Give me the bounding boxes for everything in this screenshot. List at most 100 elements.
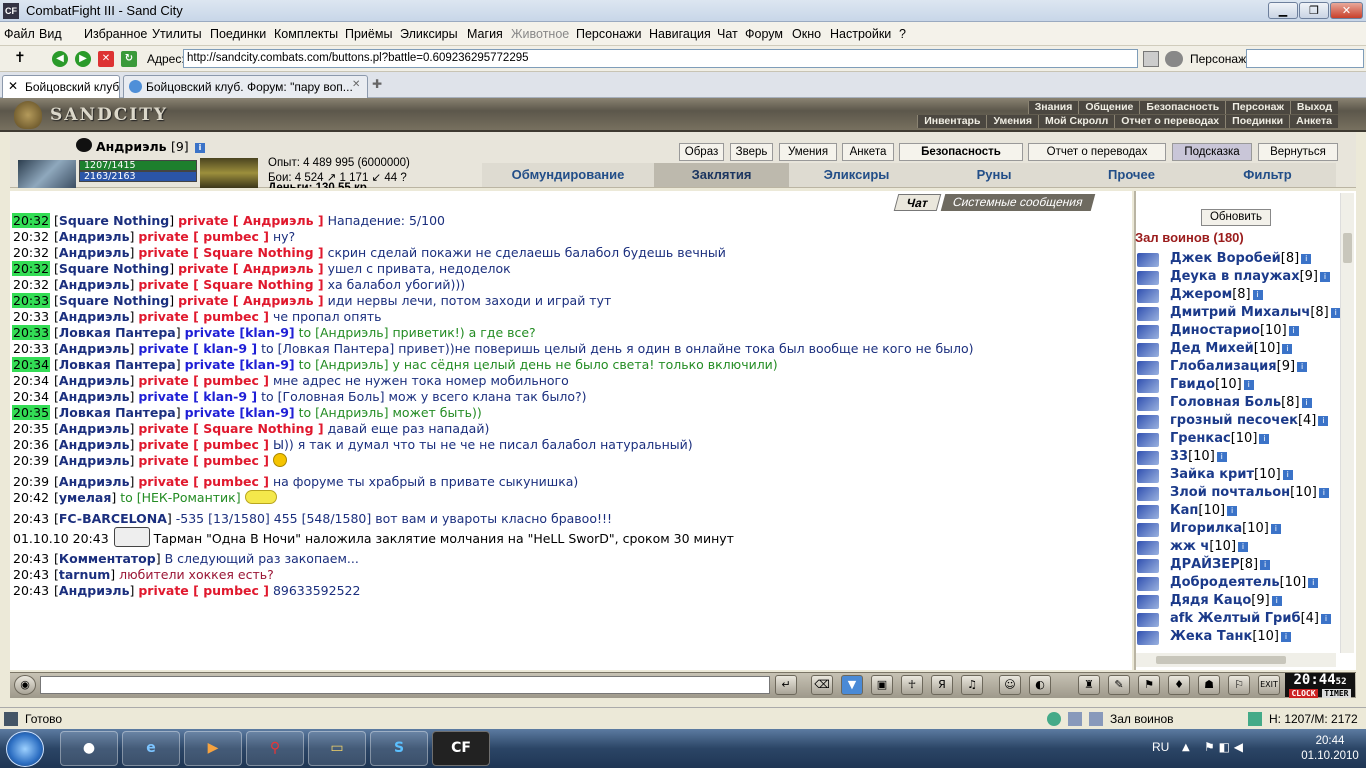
speaker-icon[interactable]: ◉ (14, 675, 36, 695)
user-name[interactable]: Головная Боль (1170, 395, 1281, 410)
info-icon[interactable]: i (1259, 434, 1270, 444)
chat-nick[interactable]: Андриэль (59, 341, 130, 356)
user-item[interactable]: Дмитрий Михалыч[8] i (1136, 305, 1342, 323)
chat-private[interactable]: private [ Андриэль ] (178, 213, 324, 228)
chat-time[interactable]: 20:34 (12, 357, 51, 372)
info-icon[interactable]: i (1270, 524, 1281, 534)
chat-nick[interactable]: FC-BARCELONA (59, 511, 167, 526)
chat-private[interactable]: private [ pumbec ] (138, 309, 269, 324)
chat-time[interactable]: 20:43 (12, 567, 50, 582)
chat-nick[interactable]: Андриэль (59, 474, 130, 489)
private-msg-icon[interactable] (1137, 631, 1159, 645)
user-name[interactable]: Джек Воробей (1170, 251, 1281, 266)
user-item[interactable]: Глобализация[9] i (1136, 359, 1342, 377)
tray-arrow-icon[interactable]: ▲ (1182, 742, 1190, 753)
menu-item[interactable]: Вид (39, 27, 62, 41)
pin-icon[interactable]: ✝ (14, 50, 26, 66)
nav-obshenie[interactable]: Общение (1078, 101, 1139, 114)
user-item[interactable]: Кап[10] i (1136, 503, 1342, 521)
chat-nick[interactable]: Ловкая Пантера (59, 325, 176, 340)
user-item[interactable]: Джек Воробей[8] i (1136, 251, 1342, 269)
nav-battles[interactable]: Поединки (1225, 115, 1289, 128)
nav-security[interactable]: Безопасность (1139, 101, 1225, 114)
private-msg-icon[interactable] (1137, 361, 1159, 375)
helmet-icon[interactable]: ◐ (1029, 675, 1051, 695)
user-name[interactable]: ДРАЙЗЕР (1170, 557, 1240, 572)
chat-private[interactable]: private [ Андриэль ] (178, 261, 324, 276)
private-msg-icon[interactable] (1137, 559, 1159, 573)
chat-private[interactable]: private [ pumbec ] (138, 373, 269, 388)
user-item[interactable]: Добродеятель[10] i (1136, 575, 1342, 593)
chat-nick[interactable]: Square Nothing (59, 261, 169, 276)
info-icon[interactable]: i (1282, 344, 1293, 354)
room-title[interactable]: Зал воинов (180) (1135, 230, 1244, 245)
chat-time[interactable]: 20:32 (12, 261, 51, 276)
chat-time[interactable]: 01.10.10 20:43 (12, 531, 110, 546)
chat-nick[interactable]: Андриэль (59, 453, 130, 468)
menu-item[interactable]: Поединки (210, 27, 266, 41)
exit-icon[interactable]: EXIT (1258, 675, 1280, 695)
menu-item[interactable]: ? (899, 27, 906, 41)
chat-nick[interactable]: Комментатор (59, 551, 156, 566)
user-app-icon[interactable]: ● (60, 731, 118, 766)
private-msg-icon[interactable] (1137, 343, 1159, 357)
chat-to[interactable]: to [Андриэль] (299, 405, 389, 420)
chat-nick[interactable]: Square Nothing (59, 293, 169, 308)
info-icon[interactable]: i (1271, 596, 1282, 606)
address-input[interactable]: http://sandcity.combats.com/buttons.pl?b… (183, 49, 1138, 68)
menu-item[interactable]: Форум (745, 27, 783, 41)
group-icon[interactable]: ☗ (1198, 675, 1220, 695)
nav-exit[interactable]: Выход (1289, 101, 1338, 114)
private-msg-icon[interactable] (1137, 307, 1159, 321)
tray-icons[interactable]: ⚑ ◧ ◀ (1204, 740, 1243, 754)
save-icon[interactable]: ▣ (871, 675, 893, 695)
user-item[interactable]: грозный песочек[4] i (1136, 413, 1342, 431)
chat-time[interactable]: 20:33 (12, 325, 51, 340)
user-item[interactable]: 33[10] i (1136, 449, 1342, 467)
user-item[interactable]: afk Желтый Гриб[4] i (1136, 611, 1342, 629)
private-msg-icon[interactable] (1137, 577, 1159, 591)
user-name[interactable]: Гвидо (1170, 377, 1215, 392)
private-msg-icon[interactable] (1137, 541, 1159, 555)
menu-item[interactable]: Избранное (84, 27, 147, 41)
menu-item[interactable]: Окно (792, 27, 821, 41)
chat-time[interactable]: 20:43 (12, 551, 50, 566)
btn-skills[interactable]: Умения (779, 143, 837, 161)
chat-nick[interactable]: Андриэль (59, 583, 130, 598)
user-item[interactable]: Дядя Кацо[9] i (1136, 593, 1342, 611)
chat-private[interactable]: private [ Square Nothing ] (138, 277, 323, 292)
user-name[interactable]: Добродеятель (1170, 575, 1280, 590)
tab-spells[interactable]: Заклятия (654, 163, 789, 187)
refresh-button[interactable]: Обновить (1201, 209, 1271, 226)
nav-transfers[interactable]: Отчет о переводах (1114, 115, 1225, 128)
btn-image[interactable]: Образ (679, 143, 724, 161)
character-name[interactable]: Андриэль [9] i (96, 139, 206, 154)
menu-item[interactable]: Навигация (649, 27, 711, 41)
user-name[interactable]: жж ч (1170, 539, 1209, 554)
chat-private[interactable]: private [ pumbec ] (138, 474, 269, 489)
flag-icon[interactable]: ⚐ (1228, 675, 1250, 695)
armor-icon[interactable]: ♦ (1168, 675, 1190, 695)
chat-private-klan[interactable]: private [klan-9] (185, 325, 295, 340)
chat-to[interactable]: to [НЕК-Романтик] (120, 490, 240, 505)
chat-nick[interactable]: tarnum (59, 567, 110, 582)
chat-time[interactable]: 20:32 (12, 213, 51, 228)
start-button[interactable] (6, 731, 44, 767)
chat-time[interactable]: 20:32 (12, 229, 50, 244)
language-indicator[interactable]: RU (1152, 740, 1169, 754)
person-icon[interactable]: ☥ (901, 675, 923, 695)
menu-item[interactable]: Приёмы (345, 27, 392, 41)
user-item[interactable]: Диностарио[10] i (1136, 323, 1342, 341)
user-name[interactable]: Гренкас (1170, 431, 1231, 446)
chat-to[interactable]: to [Ловкая Пантера] (261, 341, 394, 356)
info-icon[interactable]: i (1281, 632, 1291, 642)
btn-security[interactable]: Безопасность (899, 143, 1023, 161)
btn-transfers[interactable]: Отчет о переводах (1028, 143, 1166, 161)
chat-nick[interactable]: Андриэль (59, 309, 130, 324)
private-msg-icon[interactable] (1137, 271, 1159, 285)
eraser-icon[interactable]: ⌫ (811, 675, 833, 695)
menu-item[interactable]: Эликсиры (400, 27, 458, 41)
chat-time[interactable]: 20:42 (12, 490, 50, 505)
user-name[interactable]: Глобализация (1170, 359, 1277, 374)
private-msg-icon[interactable] (1137, 487, 1159, 501)
